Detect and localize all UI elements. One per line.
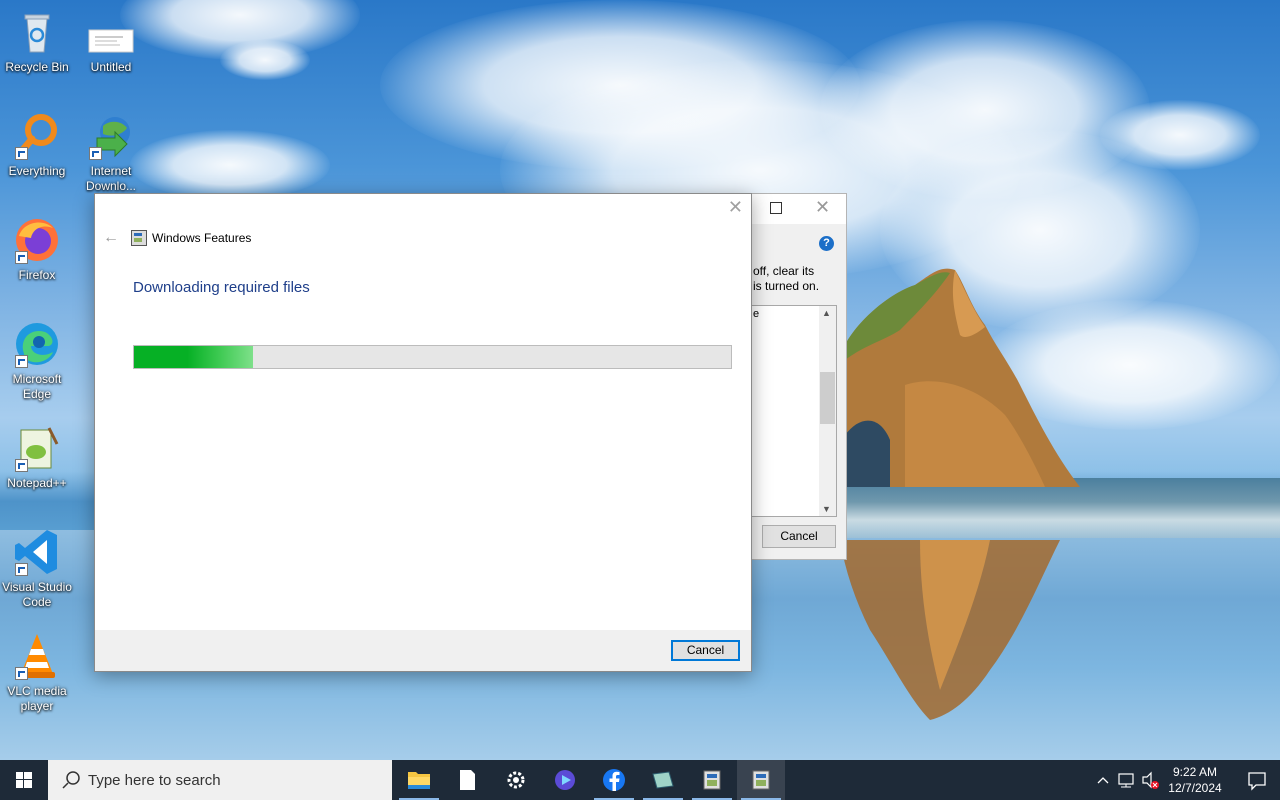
desktop-icon-everything[interactable]: Everything	[0, 112, 74, 179]
clock-time: 9:22 AM	[1172, 765, 1218, 779]
rock-reflection-image	[840, 540, 1060, 720]
desktop-icon-label: VLC media player	[7, 684, 67, 713]
windows-features-icon	[131, 230, 147, 246]
desktop-icon-label: Visual Studio Code	[2, 580, 72, 609]
progress-bar-fill	[134, 346, 254, 368]
desktop-icon-label: Untitled	[90, 60, 132, 74]
vertical-scrollbar[interactable]: ▲ ▼	[819, 306, 836, 516]
taskbar: Type here to search 9:22 AM 12/7/2024	[0, 760, 1280, 800]
taskbar-facebook[interactable]	[590, 760, 638, 800]
facebook-icon	[603, 769, 625, 791]
firefox-icon	[13, 216, 61, 264]
taskbar-search-box[interactable]: Type here to search	[48, 760, 392, 800]
clock-date: 12/7/2024	[1168, 781, 1222, 795]
rock-arch-image	[845, 268, 1080, 487]
taskbar-windows-features-2[interactable]	[737, 760, 785, 800]
list-item-fragment: e	[753, 308, 760, 320]
file-explorer-icon	[408, 772, 430, 789]
search-placeholder: Type here to search	[88, 772, 221, 789]
desktop-icon-label: Everything	[8, 164, 66, 178]
notepad-plus-plus-icon	[13, 424, 61, 472]
help-icon[interactable]: ?	[819, 236, 834, 251]
taskbar-file-explorer[interactable]	[395, 760, 443, 800]
background-dialog-titlebar: ✕	[745, 194, 846, 224]
desktop-icon-internet-download-manager[interactable]: Internet Downlo...	[74, 112, 148, 194]
desktop-icon-label: Recycle Bin	[5, 60, 69, 74]
dialog-title: Windows Features	[152, 231, 252, 245]
back-arrow-icon[interactable]: ←	[103, 229, 119, 247]
windows-logo-icon	[16, 772, 32, 788]
download-progress-bar	[133, 345, 732, 369]
desktop-icon-firefox[interactable]: Firefox	[0, 216, 74, 283]
windows-features-background-dialog: ✕ ? off, clear its is turned on. e ▲ ▼ C…	[744, 193, 847, 560]
notification-icon	[1248, 772, 1266, 791]
close-icon[interactable]: ✕	[728, 197, 743, 218]
taskbar-clipchamp[interactable]	[541, 760, 589, 800]
document-thumbnail-icon	[87, 8, 135, 56]
desktop-icon-notepad-plus-plus[interactable]: Notepad++	[0, 424, 74, 491]
notification-center-button[interactable]	[1234, 760, 1280, 800]
network-icon	[1118, 773, 1134, 788]
taskbar-clock[interactable]: 9:22 AM 12/7/2024	[1160, 764, 1230, 796]
volume-status[interactable]	[1140, 760, 1162, 800]
microsoft-edge-icon	[13, 320, 61, 368]
scroll-up-arrow-icon[interactable]: ▲	[822, 308, 831, 318]
maximize-icon[interactable]	[770, 202, 782, 214]
desktop-icon-visual-studio-code[interactable]: Visual Studio Code	[0, 528, 74, 610]
scroll-down-arrow-icon[interactable]: ▼	[822, 504, 831, 514]
desktop-icon-label: Firefox	[18, 268, 56, 282]
start-button[interactable]	[0, 760, 48, 800]
windows-features-icon	[752, 770, 770, 790]
desktop-icon-untitled[interactable]: Untitled	[74, 8, 148, 75]
taskbar-notepad[interactable]	[443, 760, 491, 800]
close-icon[interactable]: ✕	[815, 197, 830, 218]
visual-studio-code-icon	[13, 528, 61, 576]
chevron-up-icon	[1097, 777, 1109, 784]
desktop-icon-label: Internet Downlo...	[85, 164, 137, 193]
taskbar-app-5[interactable]	[639, 760, 687, 800]
internet-download-manager-icon	[87, 112, 135, 160]
windows-features-icon	[703, 770, 721, 790]
features-tree-list[interactable]: e ▲ ▼	[750, 305, 837, 517]
feature-description: off, clear its is turned on.	[753, 264, 820, 293]
gear-icon	[507, 771, 525, 789]
dialog-heading: Downloading required files	[133, 279, 310, 296]
speaker-muted-icon	[1142, 771, 1159, 789]
desktop-icon-label: Microsoft Edge	[12, 372, 62, 401]
desktop-icon-microsoft-edge[interactable]: Microsoft Edge	[0, 320, 74, 402]
recycle-bin-icon	[13, 8, 61, 56]
background-cancel-button[interactable]: Cancel	[762, 525, 836, 548]
search-icon	[62, 771, 80, 789]
app-window-icon	[652, 771, 674, 789]
scrollbar-thumb[interactable]	[820, 372, 835, 424]
taskbar-windows-features-1[interactable]	[688, 760, 736, 800]
clipchamp-icon	[555, 770, 575, 790]
desktop-icon-vlc-media-player[interactable]: VLC media player	[0, 632, 74, 714]
desktop-icon-recycle-bin[interactable]: Recycle Bin	[0, 8, 74, 75]
taskbar-settings[interactable]	[492, 760, 540, 800]
notepad-icon	[460, 770, 475, 790]
show-hidden-icons-button[interactable]	[1094, 760, 1112, 800]
everything-search-icon	[13, 112, 61, 160]
dialog-footer: Cancel	[95, 630, 751, 671]
vlc-icon	[13, 632, 61, 680]
desktop-icon-label: Notepad++	[7, 476, 67, 490]
windows-features-progress-dialog: ✕ ← Windows Features Downloading require…	[94, 193, 752, 672]
network-status[interactable]	[1116, 760, 1138, 800]
cancel-button[interactable]: Cancel	[671, 640, 740, 661]
